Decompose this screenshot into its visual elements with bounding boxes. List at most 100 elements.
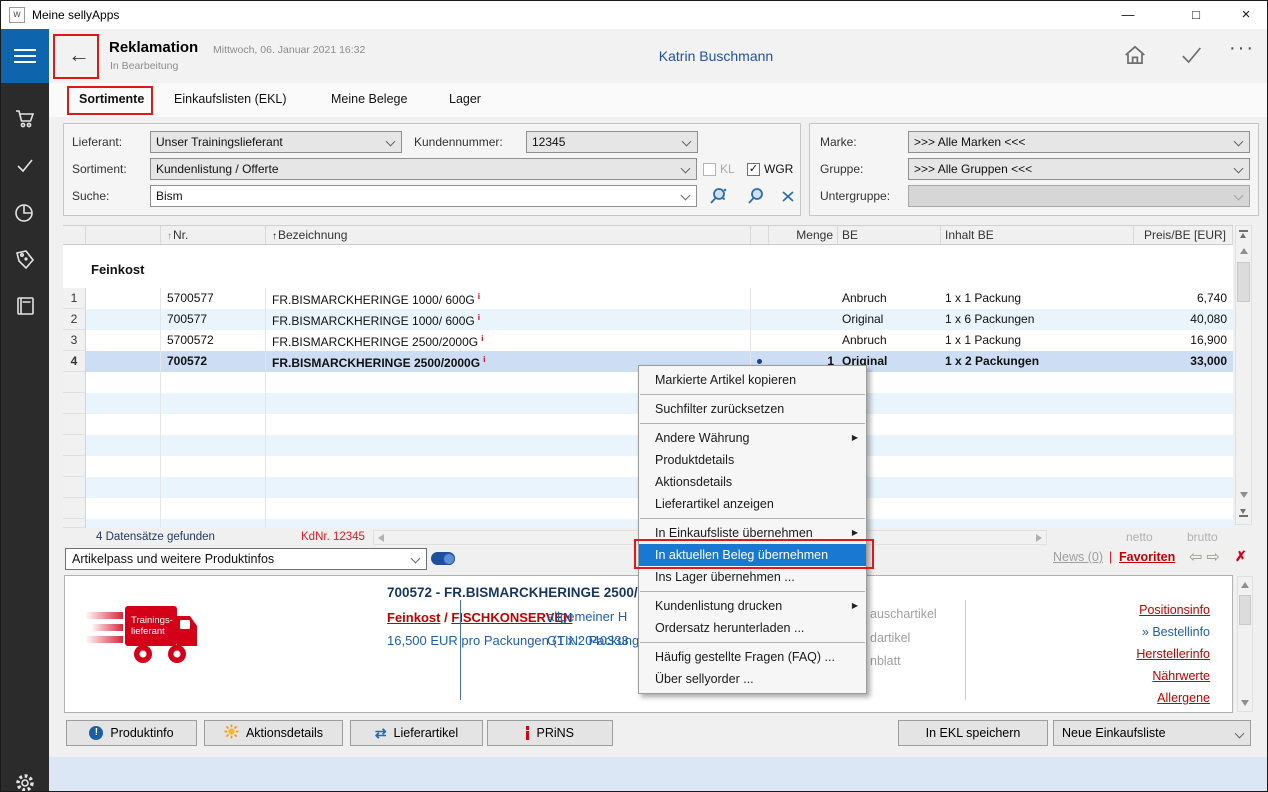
search-new-icon[interactable] bbox=[707, 185, 729, 212]
group-header-feinkost: Feinkost bbox=[63, 246, 1233, 288]
menu-item-faq[interactable]: Häufig gestellte Fragen (FAQ) ... bbox=[639, 646, 866, 668]
column-header-bezeichnung[interactable]: ↑Bezeichnung bbox=[266, 226, 751, 244]
pie-chart-icon[interactable] bbox=[13, 200, 37, 224]
table-row[interactable]: 2 700577 FR.BISMARCKHERINGE 1000/ 600Gi … bbox=[63, 309, 1233, 330]
column-header-be[interactable]: BE bbox=[838, 226, 941, 244]
search-input[interactable]: Bism bbox=[150, 185, 697, 207]
scroll-pin-bottom-icon[interactable] bbox=[1239, 508, 1248, 517]
maximize-button[interactable]: □ bbox=[1181, 5, 1211, 25]
context-menu: Markierte Artikel kopieren Suchfilter zu… bbox=[638, 365, 867, 694]
scrollbar-thumb[interactable] bbox=[1237, 262, 1250, 302]
info-marker-icon[interactable]: i bbox=[478, 291, 480, 301]
swap-arrows-icon: ⇄ bbox=[375, 725, 387, 742]
scrollbar-thumb[interactable] bbox=[1239, 595, 1251, 625]
close-button[interactable]: × bbox=[1231, 5, 1261, 25]
table-row[interactable]: 3 5700572 FR.BISMARCKHERINGE 2500/2000Gi… bbox=[63, 330, 1233, 351]
product-name: FR.BISMARCKHERINGE 1000/ 600G bbox=[272, 314, 475, 328]
positionsinfo-link[interactable]: Positionsinfo bbox=[1139, 603, 1210, 617]
tab-sortimente[interactable]: Sortimente bbox=[79, 92, 144, 106]
menu-item-in-aktuellen-beleg-uebernehmen[interactable]: In aktuellen Beleg übernehmen bbox=[639, 544, 866, 566]
more-options-icon[interactable]: ··· bbox=[1229, 37, 1255, 60]
kundennummer-dropdown[interactable]: 12345 bbox=[526, 131, 698, 153]
productinfo-dropdown[interactable]: Artikelpass und weitere Produktinfos bbox=[65, 548, 427, 570]
column-header-nr[interactable]: ↑Nr. bbox=[161, 226, 266, 244]
marke-dropdown[interactable]: >>> Alle Marken <<< bbox=[908, 131, 1250, 153]
nav-right-icon[interactable]: ⇨ bbox=[1206, 549, 1223, 566]
column-header-preis[interactable]: Preis/BE [EUR] bbox=[1134, 226, 1233, 244]
news-link[interactable]: News (0) bbox=[1053, 550, 1103, 564]
menu-item-produktdetails[interactable]: Produktdetails bbox=[639, 449, 866, 471]
herstellerinfo-link[interactable]: Herstellerinfo bbox=[1136, 647, 1210, 661]
nav-left-icon[interactable]: ⇦ bbox=[1189, 549, 1206, 566]
table-vertical-scrollbar[interactable] bbox=[1235, 225, 1252, 525]
search-icon[interactable] bbox=[745, 185, 767, 212]
gruppe-dropdown[interactable]: >>> Alle Gruppen <<< bbox=[908, 158, 1250, 180]
aktionsdetails-button[interactable]: Aktionsdetails bbox=[204, 720, 343, 746]
category-link-feinkost[interactable]: Feinkost bbox=[387, 610, 440, 625]
settings-gear-icon[interactable] bbox=[13, 771, 37, 792]
neue-einkaufsliste-dropdown[interactable]: Neue Einkaufsliste bbox=[1053, 720, 1251, 746]
menu-item-ins-lager-uebernehmen[interactable]: Ins Lager übernehmen ... bbox=[639, 566, 866, 588]
wgr-checkbox[interactable]: ✓ bbox=[747, 163, 760, 176]
header-flag bbox=[86, 226, 161, 244]
info-marker-icon[interactable]: i bbox=[483, 354, 485, 364]
netto-toggle[interactable]: netto bbox=[1126, 530, 1153, 544]
prins-button[interactable]: PRiNS bbox=[487, 720, 613, 746]
neue-ekl-value: Neue Einkaufsliste bbox=[1062, 726, 1166, 740]
menu-item-kundenlistung-drucken[interactable]: Kundenlistung drucken▶ bbox=[639, 595, 866, 617]
tab-einkaufslisten[interactable]: Einkaufslisten (EKL) bbox=[174, 92, 287, 106]
home-icon[interactable] bbox=[1121, 41, 1149, 69]
in-ekl-speichern-button[interactable]: In EKL speichern bbox=[898, 720, 1048, 746]
info-marker-icon[interactable]: i bbox=[481, 333, 483, 343]
scroll-pin-top-icon[interactable] bbox=[1239, 230, 1248, 239]
menu-item-suchfilter-zuruecksetzen[interactable]: Suchfilter zurücksetzen bbox=[639, 398, 866, 420]
scroll-down-icon[interactable] bbox=[1241, 700, 1249, 706]
scroll-right-icon[interactable] bbox=[1036, 534, 1042, 542]
scroll-down-icon[interactable] bbox=[1240, 492, 1248, 498]
scroll-up-icon[interactable] bbox=[1241, 582, 1249, 588]
row-flag-cell bbox=[86, 288, 161, 309]
scroll-up-icon[interactable] bbox=[1240, 248, 1248, 254]
hamburger-menu-button[interactable] bbox=[1, 29, 49, 83]
column-header-inhalt[interactable]: Inhalt BE bbox=[941, 226, 1134, 244]
naehrwerte-link[interactable]: Nährwerte bbox=[1152, 669, 1210, 683]
clear-search-icon[interactable] bbox=[778, 186, 798, 211]
close-panel-icon[interactable]: ✗ bbox=[1235, 548, 1247, 565]
lieferartikel-button[interactable]: ⇄ Lieferartikel bbox=[350, 720, 483, 746]
checkmark-icon[interactable] bbox=[13, 153, 37, 177]
back-button[interactable]: ← bbox=[57, 36, 101, 76]
confirm-check-icon[interactable] bbox=[1177, 41, 1205, 69]
menu-item-in-einkaufsliste-uebernehmen[interactable]: In Einkaufsliste übernehmen ▶ bbox=[639, 522, 866, 544]
row-number: 4 bbox=[63, 351, 86, 372]
tab-lager[interactable]: Lager bbox=[449, 92, 481, 106]
cell-dot bbox=[751, 330, 769, 351]
tag-icon[interactable] bbox=[13, 247, 37, 271]
cart-icon[interactable] bbox=[13, 106, 37, 130]
favoriten-link[interactable]: Favoriten bbox=[1119, 550, 1175, 564]
menu-item-ueber-sellyorder[interactable]: Über sellyorder ... bbox=[639, 668, 866, 690]
sortiment-dropdown[interactable]: Kundenlistung / Offerte bbox=[150, 158, 697, 180]
allergene-link[interactable]: Allergene bbox=[1157, 691, 1210, 705]
menu-item-markierte-artikel-kopieren[interactable]: Markierte Artikel kopieren bbox=[639, 369, 866, 391]
book-icon[interactable] bbox=[13, 294, 37, 318]
produktinfo-button[interactable]: ! Produktinfo bbox=[66, 720, 197, 746]
submenu-arrow-icon: ▶ bbox=[852, 522, 858, 544]
tab-meine-belege[interactable]: Meine Belege bbox=[331, 92, 407, 106]
minimize-button[interactable]: — bbox=[1113, 5, 1143, 25]
table-row[interactable]: 1 5700577 FR.BISMARCKHERINGE 1000/ 600Gi… bbox=[63, 288, 1233, 309]
lieferant-dropdown[interactable]: Unser Trainingslieferant bbox=[150, 131, 402, 153]
chevron-down-icon bbox=[1234, 191, 1244, 201]
menu-item-lieferartikel-anzeigen[interactable]: Lieferartikel anzeigen bbox=[639, 493, 866, 515]
productinfo-toggle[interactable] bbox=[431, 552, 455, 565]
bestellinfo-link[interactable]: » Bestellinfo bbox=[1142, 625, 1210, 639]
column-header-menge[interactable]: Menge bbox=[769, 226, 838, 244]
kl-checkbox[interactable] bbox=[703, 163, 716, 176]
menu-item-aktionsdetails[interactable]: Aktionsdetails bbox=[639, 471, 866, 493]
brutto-toggle[interactable]: brutto bbox=[1187, 530, 1218, 544]
scroll-left-icon[interactable] bbox=[378, 534, 384, 542]
detail-vertical-scrollbar[interactable] bbox=[1237, 576, 1253, 712]
info-marker-icon[interactable]: i bbox=[478, 312, 480, 322]
menu-item-andere-waehrung[interactable]: Andere Währung▶ bbox=[639, 427, 866, 449]
menu-item-ordersatz-herunterladen[interactable]: Ordersatz herunterladen ... bbox=[639, 617, 866, 639]
menu-item-label: In Einkaufsliste übernehmen bbox=[655, 526, 813, 540]
